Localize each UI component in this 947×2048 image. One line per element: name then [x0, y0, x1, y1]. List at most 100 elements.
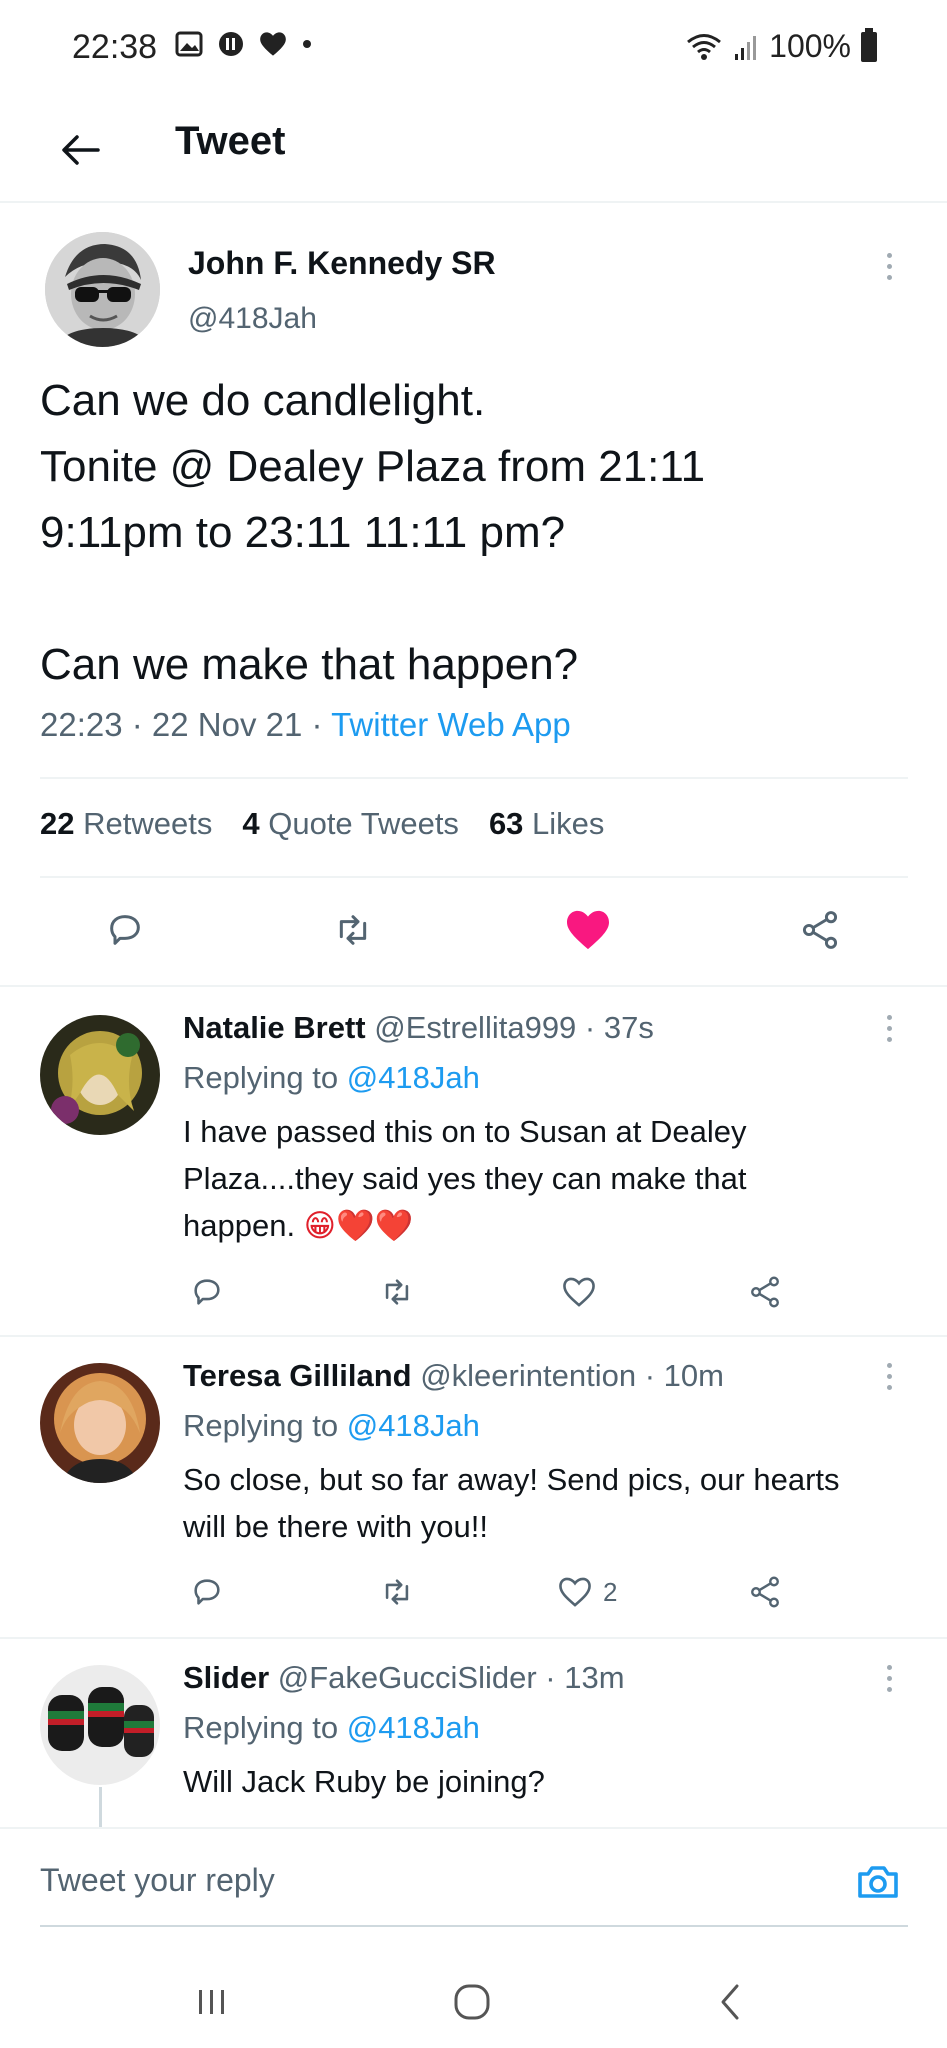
arrow-left-icon [62, 135, 100, 165]
status-time: 22:38 [72, 28, 158, 66]
like-button[interactable] [563, 905, 613, 955]
heart-outline-icon [563, 1277, 595, 1307]
comment-icon [194, 1279, 220, 1305]
reply-author-handle[interactable]: @FakeGucciSlider [278, 1660, 537, 1695]
divider [0, 1827, 947, 1829]
share-icon [751, 1576, 779, 1608]
reply-age: 37s [603, 1010, 654, 1045]
reply-author-handle[interactable]: @Estrellita999 [374, 1010, 576, 1045]
media-icon [219, 32, 243, 56]
tweet-meta: 22:23 · 22 Nov 21 · Twitter Web App [40, 706, 571, 744]
replying-to: Replying to @418Jah [183, 1710, 480, 1746]
reply-age: 13m [564, 1660, 625, 1695]
divider [0, 1335, 947, 1337]
home-icon [454, 1984, 490, 2020]
reply-retweet-button[interactable] [375, 1570, 419, 1614]
author-avatar[interactable] [45, 232, 160, 347]
divider [40, 876, 908, 878]
separator: · [536, 1660, 565, 1695]
reply-more-options-button[interactable] [883, 1363, 895, 1390]
share-button[interactable] [795, 905, 845, 955]
quotes-stat[interactable]: 4 Quote Tweets [242, 806, 459, 842]
reply-retweet-button[interactable] [375, 1270, 419, 1314]
status-right: 100% [685, 27, 877, 65]
likes-count: 63 [488, 806, 524, 841]
replying-mention-link[interactable]: @418Jah [347, 1408, 480, 1443]
reply-text: Will Jack Ruby be joining? [183, 1764, 545, 1799]
reply-author-name[interactable]: Teresa Gilliland [183, 1358, 412, 1393]
reply-comment-button[interactable] [185, 1570, 229, 1614]
reply-text: So close, but so far away! Send pics, ou… [183, 1462, 840, 1544]
dot [886, 1374, 892, 1379]
reply-share-button[interactable] [743, 1570, 787, 1614]
dot [886, 264, 892, 269]
reply-like-button[interactable]: 2 [557, 1570, 617, 1614]
share-icon [802, 911, 838, 949]
quotes-label: Quote Tweets [268, 806, 459, 841]
retweet-icon [385, 1579, 409, 1605]
replying-prefix: Replying to [183, 1408, 339, 1443]
home-button[interactable] [432, 1972, 512, 2032]
thread-line [99, 1787, 102, 1827]
compose-underline [40, 1925, 908, 1927]
retweets-stat[interactable]: 22 Retweets [40, 806, 212, 842]
tweet-date: 22 Nov 21 [151, 706, 303, 743]
share-icon [751, 1276, 779, 1308]
author-name[interactable]: John F. Kennedy SR [188, 245, 496, 282]
chevron-left-icon [721, 1984, 739, 2020]
reply-text: I have passed this on to Susan at Dealey… [183, 1108, 863, 1250]
reply-age: 10m [663, 1358, 724, 1393]
wifi-icon [687, 33, 722, 60]
page-title: Tweet [175, 119, 286, 163]
reply-compose-input[interactable]: Tweet your reply [40, 1862, 275, 1899]
reply-header: Teresa Gilliland @kleerintention · 10m [183, 1358, 724, 1394]
dot [886, 1665, 892, 1670]
top-app-bar: Tweet [0, 95, 947, 203]
reply-author-name[interactable]: Natalie Brett [183, 1010, 366, 1045]
reply-like-count: 2 [603, 1576, 618, 1607]
reply-share-button[interactable] [743, 1270, 787, 1314]
reply-more-options-button[interactable] [883, 1665, 895, 1692]
separator: · [576, 1010, 604, 1045]
author-handle[interactable]: @418Jah [188, 302, 317, 336]
recent-apps-button[interactable] [172, 1972, 252, 2032]
system-back-button[interactable] [690, 1972, 770, 2032]
reply-comment-button[interactable] [185, 1270, 229, 1314]
dot [886, 1026, 892, 1031]
dot [886, 1363, 892, 1368]
reply-more-options-button[interactable] [883, 1015, 895, 1042]
divider [0, 985, 947, 987]
reply-avatar[interactable] [40, 1015, 160, 1135]
camera-icon [858, 1866, 898, 1898]
divider [40, 777, 908, 779]
tweet-source-link[interactable]: Twitter Web App [331, 706, 571, 743]
replying-mention-link[interactable]: @418Jah [347, 1060, 480, 1095]
retweet-icon [339, 915, 367, 945]
reply-like-button[interactable] [557, 1270, 601, 1314]
reply-author-handle[interactable]: @kleerintention [420, 1358, 636, 1393]
replying-mention-link[interactable]: @418Jah [347, 1710, 480, 1745]
reply-author-name[interactable]: Slider [183, 1660, 269, 1695]
back-button[interactable] [50, 120, 110, 180]
likes-stat[interactable]: 63 Likes [489, 806, 604, 842]
dot [886, 1687, 892, 1692]
system-nav-bar [0, 1960, 947, 2048]
heart-outline-icon [559, 1577, 591, 1607]
reply-avatar[interactable] [40, 1665, 160, 1785]
replying-to: Replying to @418Jah [183, 1060, 480, 1096]
signal-icon [735, 35, 757, 60]
likes-label: Likes [532, 806, 605, 841]
dot [886, 1037, 892, 1042]
retweets-count: 22 [40, 806, 75, 841]
reply-button[interactable] [100, 905, 150, 955]
tweet-time: 22:23 [40, 706, 123, 743]
retweet-icon [385, 1279, 409, 1305]
retweets-label: Retweets [83, 806, 213, 841]
reply-avatar[interactable] [40, 1363, 160, 1483]
more-options-button[interactable] [883, 253, 895, 280]
camera-button[interactable] [854, 1858, 902, 1906]
reply-emoji: 😁❤️❤️ [303, 1208, 414, 1244]
dot-icon [303, 40, 311, 48]
retweet-button[interactable] [328, 905, 378, 955]
gallery-icon [175, 31, 203, 57]
